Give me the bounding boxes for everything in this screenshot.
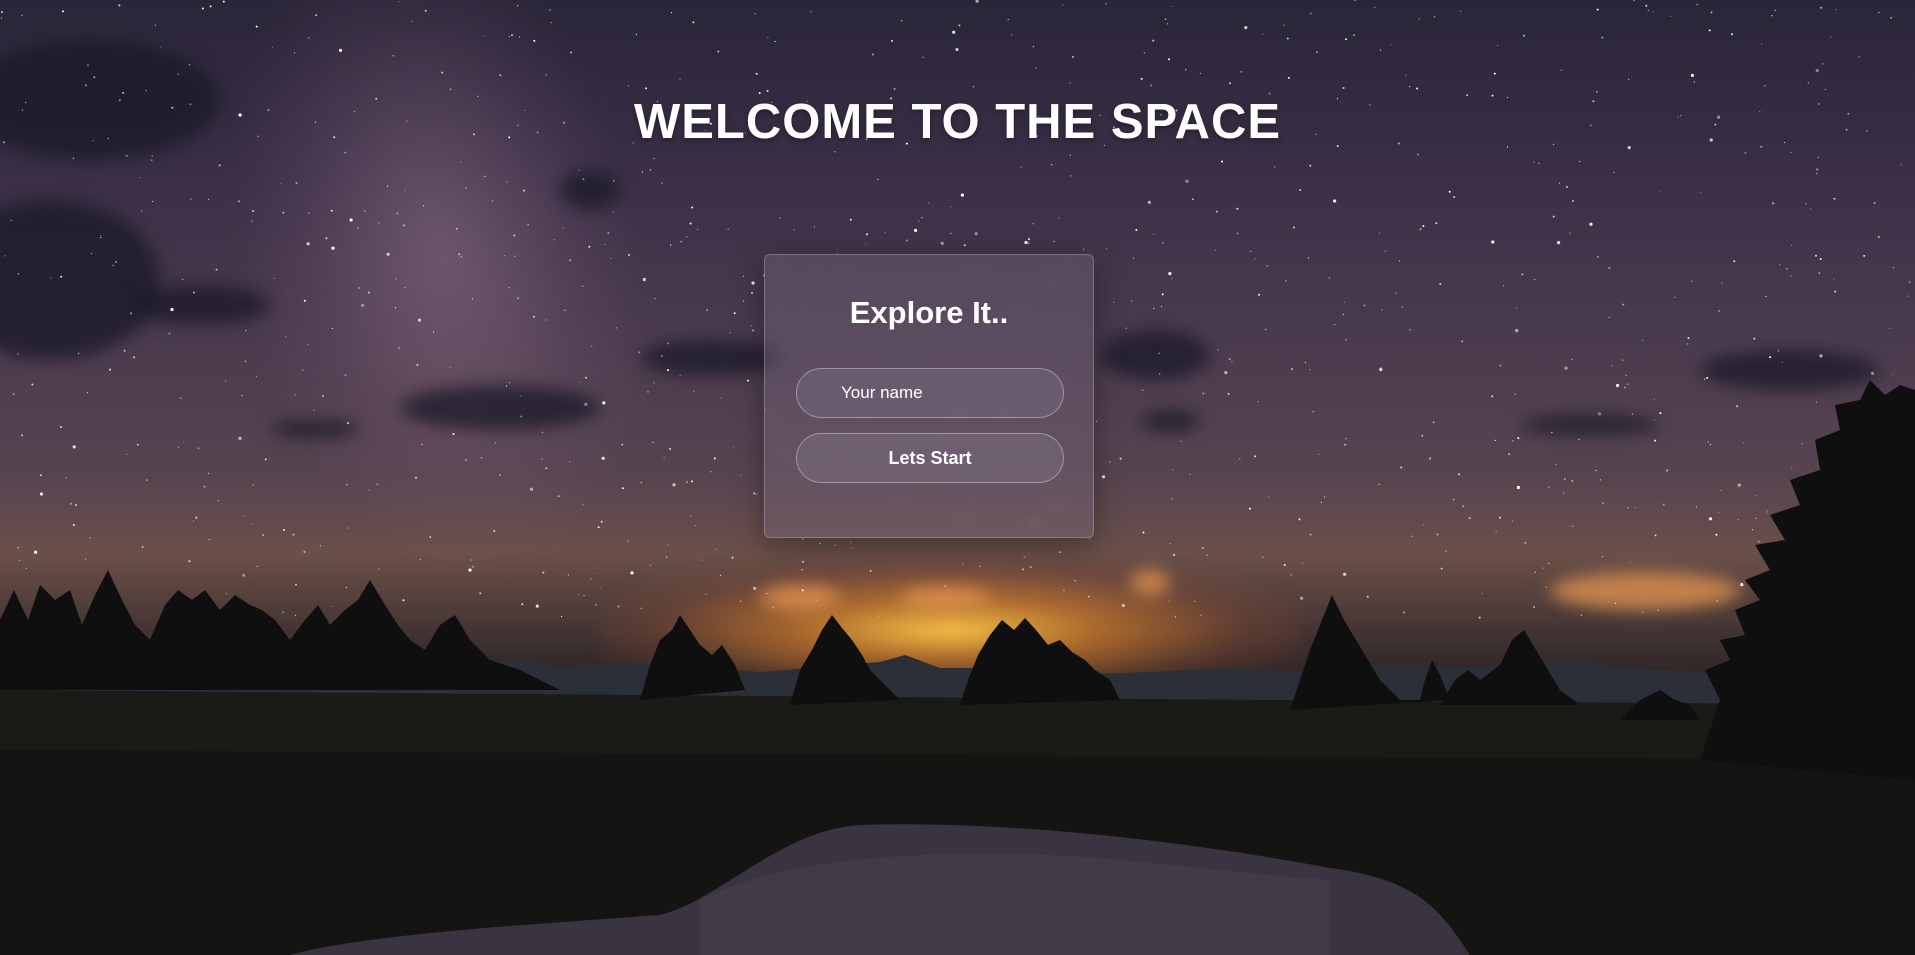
name-input[interactable] [796,368,1064,418]
app-root: WELCOME TO THE SPACE Explore It.. Lets S… [0,0,1915,955]
login-card: Explore It.. Lets Start [764,254,1094,538]
lets-start-button[interactable]: Lets Start [796,433,1064,483]
card-title: Explore It.. [849,295,1009,330]
page-title: WELCOME TO THE SPACE [633,95,1282,149]
